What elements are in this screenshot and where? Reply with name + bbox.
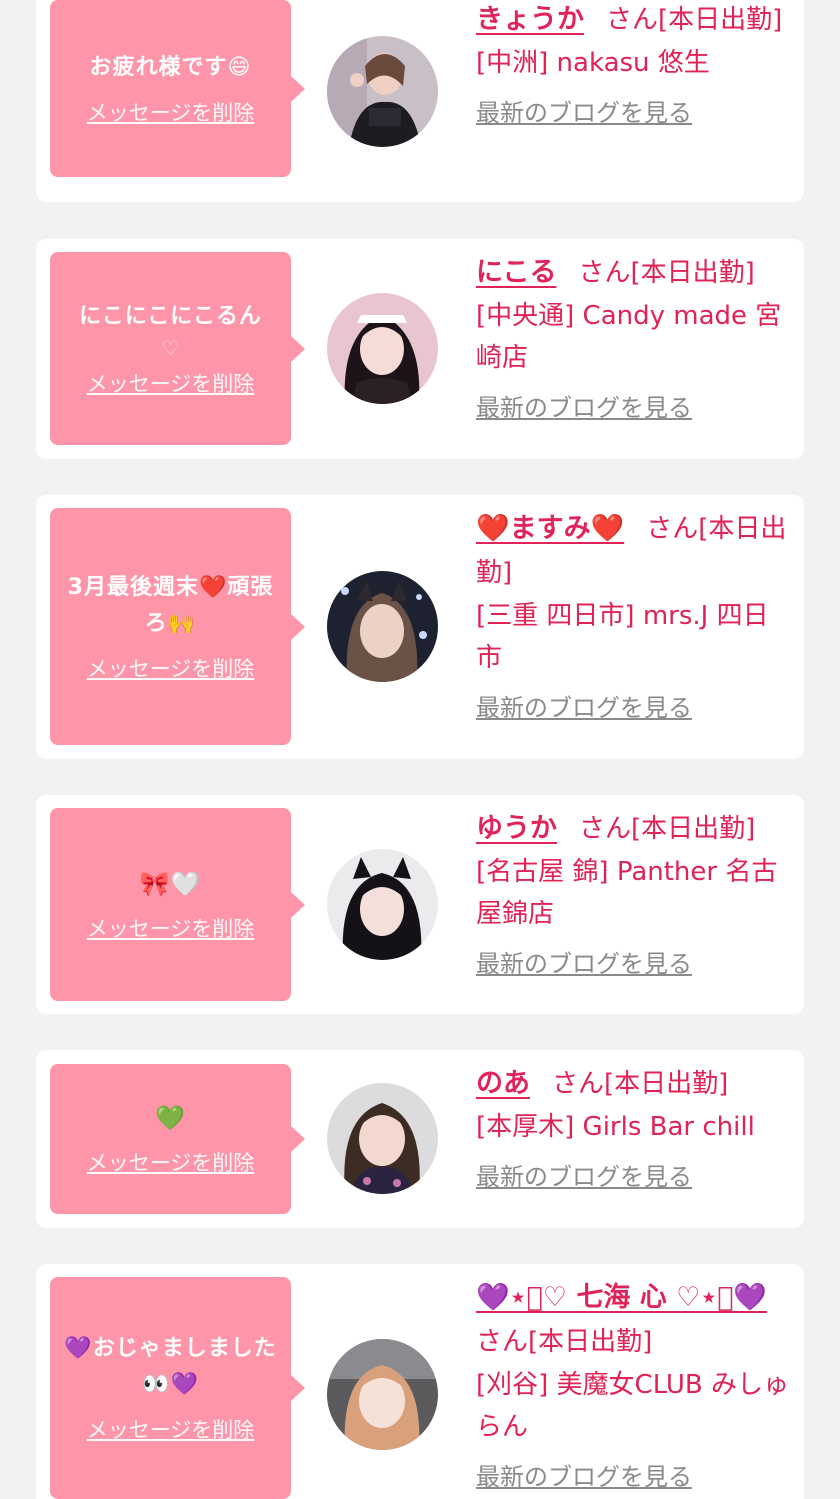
cast-name-link[interactable]: ❤️ますみ❤️ (476, 513, 624, 544)
message-card: お疲れ様です😄 メッセージを削除 きょうか さん[本日出勤] [中洲] nakas… (36, 0, 804, 202)
cast-name-link[interactable]: にこる (476, 257, 556, 288)
shop-name: [刈谷] 美魔女CLUB みしゅらん (476, 1370, 790, 1442)
cast-info: にこる さん[本日出勤] [中央通] Candy made 宮崎店 最新のブログを… (476, 251, 790, 425)
shop-name: [三重 四日市] mrs.J 四日市 (476, 601, 769, 673)
latest-blog-link[interactable]: 最新のブログを見る (476, 1460, 790, 1494)
avatar[interactable] (327, 36, 438, 147)
cast-info: ゆうか さん[本日出勤] [名古屋 錦] Panther 名古屋錦店 最新のブログ… (476, 807, 790, 981)
cast-info: のあ さん[本日出勤] [本厚木] Girls Bar chill 最新のブログを… (476, 1062, 790, 1194)
delete-message-link[interactable]: メッセージを削除 (87, 98, 255, 128)
cast-info: ❤️ますみ❤️ さん[本日出勤] [三重 四日市] mrs.J 四日市 最新のブロ… (476, 507, 790, 725)
delete-message-link[interactable]: メッセージを削除 (87, 914, 255, 944)
message-card: 💚 メッセージを削除 のあ さん[本日出勤] [本厚木] Girls Bar ch… (36, 1050, 804, 1228)
message-text: お疲れ様です😄 (89, 54, 252, 80)
cast-info: きょうか さん[本日出勤] [中洲] nakasu 悠生 最新のブログを見る (476, 0, 790, 130)
avatar-image (327, 293, 438, 404)
shop-name: [中洲] nakasu 悠生 (476, 48, 710, 78)
delete-message-link[interactable]: メッセージを削除 (87, 1415, 255, 1445)
latest-blog-link[interactable]: 最新のブログを見る (476, 391, 790, 425)
message-card: 3月最後週末❤️頑張ろ🙌 メッセージを削除 ❤️ますみ❤️ さん[本日出勤] [三… (36, 495, 804, 759)
latest-blog-link[interactable]: 最新のブログを見る (476, 1160, 790, 1194)
avatar-image (327, 1339, 438, 1450)
shop-name: [中央通] Candy made 宮崎店 (476, 301, 782, 373)
avatar[interactable] (327, 849, 438, 960)
delete-message-link[interactable]: メッセージを削除 (87, 654, 255, 684)
message-heart: ♡ (161, 335, 180, 360)
message-bubble: お疲れ様です😄 メッセージを削除 (50, 0, 305, 177)
message-bubble: 🎀🤍 メッセージを削除 (50, 808, 305, 1001)
avatar-image (327, 1083, 438, 1194)
cast-name-link[interactable]: ゆうか (476, 813, 557, 844)
message-bubble: 3月最後週末❤️頑張ろ🙌 メッセージを削除 (50, 508, 305, 745)
message-card: にこにこにこるん ♡ メッセージを削除 にこる さん[本日出勤] [中央通] Ca… (36, 239, 804, 459)
avatar[interactable] (327, 293, 438, 404)
message-text: 💚 (155, 1104, 186, 1132)
avatar[interactable] (327, 571, 438, 682)
shop-name: [名古屋 錦] Panther 名古屋錦店 (476, 857, 778, 929)
message-text: にこにこにこるん (79, 303, 262, 329)
shop-name: [本厚木] Girls Bar chill (476, 1112, 755, 1142)
message-bubble: 💚 メッセージを削除 (50, 1064, 305, 1214)
message-text: 🎀🤍 (139, 869, 202, 898)
message-bubble: にこにこにこるん ♡ メッセージを削除 (50, 252, 305, 445)
message-text: 💜おじゃましました👀💜 (64, 1336, 277, 1397)
avatar[interactable] (327, 1339, 438, 1450)
message-list: お疲れ様です😄 メッセージを削除 きょうか さん[本日出勤] [中洲] nakas… (0, 0, 840, 1499)
latest-blog-link[interactable]: 最新のブログを見る (476, 96, 790, 130)
delete-message-link[interactable]: メッセージを削除 (87, 1148, 255, 1178)
avatar-image (327, 36, 438, 147)
cast-status: さん[本日出勤] (578, 258, 755, 288)
cast-status: さん[本日出勤] (579, 814, 756, 844)
avatar-image (327, 849, 438, 960)
cast-name-link[interactable]: 💜⋆͛♡ 七海 心 ♡⋆͛💜 (476, 1282, 767, 1313)
cast-status: さん[本日出勤] (606, 5, 783, 35)
cast-name-link[interactable]: のあ (476, 1068, 530, 1099)
avatar-image (327, 571, 438, 682)
cast-status: さん[本日出勤] (552, 1069, 729, 1099)
cast-info: 💜⋆͛♡ 七海 心 ♡⋆͛💜 さん[本日出勤] [刈谷] 美魔女CLUB みしゅら… (476, 1276, 790, 1494)
latest-blog-link[interactable]: 最新のブログを見る (476, 947, 790, 981)
message-card: 💜おじゃましました👀💜 メッセージを削除 💜⋆͛♡ 七海 心 ♡⋆͛💜 さん[本日… (36, 1264, 804, 1499)
message-bubble: 💜おじゃましました👀💜 メッセージを削除 (50, 1277, 305, 1499)
delete-message-link[interactable]: メッセージを削除 (87, 369, 255, 399)
latest-blog-link[interactable]: 最新のブログを見る (476, 691, 790, 725)
cast-status: さん[本日出勤] (476, 1327, 653, 1357)
message-card: 🎀🤍 メッセージを削除 ゆうか さん[本日出勤] [名古屋 錦] Panther … (36, 795, 804, 1014)
avatar[interactable] (327, 1083, 438, 1194)
message-text: 3月最後週末❤️頑張ろ🙌 (67, 574, 274, 636)
cast-name-link[interactable]: きょうか (476, 4, 584, 35)
